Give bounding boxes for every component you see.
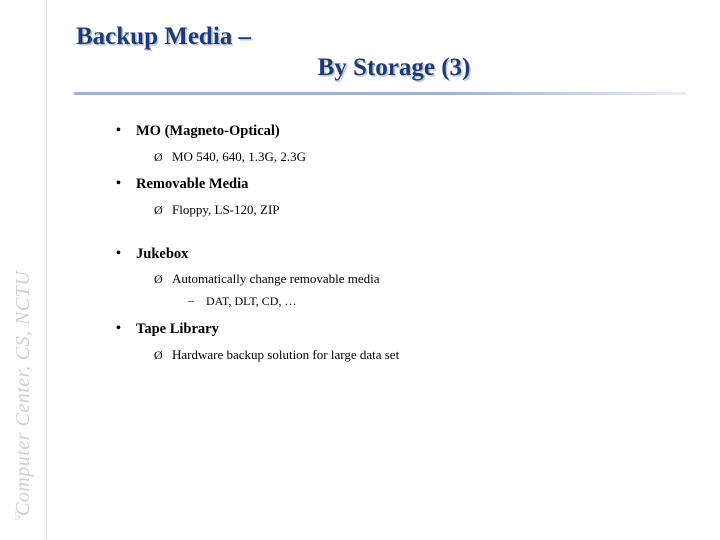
list-item-label: DAT, DLT, CD, …: [206, 294, 297, 309]
list-item-label: Tape Library: [136, 320, 219, 337]
slide: Computer Center, CS, NCTU 5 Backup Media…: [0, 0, 720, 540]
list-item-label: Hardware backup solution for large data …: [172, 346, 400, 362]
list-item-jukebox-media: – DAT, DLT, CD, …: [110, 293, 690, 310]
arrow-bullet-icon: Ø: [154, 149, 163, 164]
list-item-jukebox: • Jukebox: [110, 245, 690, 265]
page-title-line-2: By Storage (3): [317, 53, 471, 81]
title-divider: [74, 92, 686, 95]
list-item-label: MO (Magneto-Optical): [136, 123, 280, 139]
page-title-line-1: Backup Media –: [76, 23, 252, 50]
page-title: Backup Media – By Storage (3): [74, 22, 674, 83]
dash-bullet-icon: –: [188, 293, 194, 308]
content-body: • MO (Magneto-Optical) Ø MO 540, 640, 1.…: [110, 112, 690, 363]
arrow-bullet-icon: Ø: [154, 272, 163, 287]
disc-bullet-icon: •: [116, 245, 121, 261]
list-item-tape-library-desc: Ø Hardware backup solution for large dat…: [110, 347, 690, 364]
list-item-mo-sizes: Ø MO 540, 640, 1.3G, 2.3G: [110, 149, 690, 166]
list-item-label: Automatically change removable media: [172, 271, 380, 287]
page-number: 5: [14, 508, 21, 523]
arrow-bullet-icon: Ø: [154, 203, 163, 218]
list-item-label: Floppy, LS-120, ZIP: [172, 202, 280, 218]
list-item-jukebox-desc: Ø Automatically change removable media: [110, 271, 690, 288]
sidebar-vertical-label: Computer Center, CS, NCTU: [11, 270, 34, 516]
disc-bullet-icon: •: [116, 320, 121, 336]
list-item-label: MO 540, 640, 1.3G, 2.3G: [172, 148, 306, 164]
list-item-tape-library: • Tape Library: [110, 320, 690, 340]
arrow-bullet-icon: Ø: [154, 347, 163, 362]
list-item-removable-types: Ø Floppy, LS-120, ZIP: [110, 202, 690, 219]
disc-bullet-icon: •: [116, 176, 121, 192]
list-item-label: Removable Media: [136, 176, 249, 193]
sidebar: Computer Center, CS, NCTU 5: [0, 0, 47, 540]
list-item-mo: • MO (Magneto-Optical): [110, 122, 690, 142]
list-item-label: Jukebox: [136, 245, 189, 262]
list-item-removable-media: • Removable Media: [110, 175, 690, 195]
disc-bullet-icon: •: [116, 123, 121, 138]
